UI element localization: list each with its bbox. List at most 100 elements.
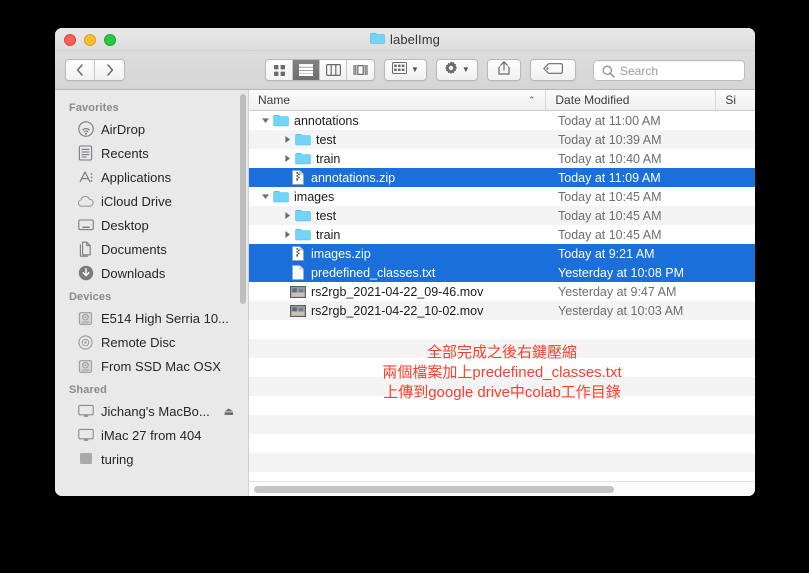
- disclosure-triangle-closed-icon[interactable]: [280, 230, 294, 239]
- recents-icon: [77, 145, 94, 162]
- sidebar-item-airdrop[interactable]: AirDrop: [55, 117, 248, 141]
- harddisk-icon: [77, 358, 94, 375]
- horizontal-scrollbar[interactable]: [249, 481, 755, 496]
- gear-icon: [444, 60, 458, 80]
- search-placeholder: Search: [620, 63, 659, 78]
- icon-view-button[interactable]: [266, 60, 293, 80]
- horizontal-scrollbar-thumb[interactable]: [254, 486, 614, 493]
- list-view-button[interactable]: [293, 60, 320, 80]
- disc-icon: [77, 334, 94, 351]
- minimize-button[interactable]: [84, 34, 96, 46]
- empty-row: [249, 415, 755, 434]
- table-row[interactable]: predefined_classes.txt Yesterday at 10:0…: [249, 263, 755, 282]
- sidebar-item-label: E514 High Serria 10...: [101, 310, 229, 326]
- zip-icon: [289, 170, 306, 185]
- sidebar-item-label: Jichang's MacBo...: [101, 403, 210, 419]
- column-header-date-modified[interactable]: Date Modified: [545, 90, 715, 110]
- search-icon: [602, 65, 615, 83]
- sidebar-item-label: Desktop: [101, 217, 149, 233]
- file-date: Today at 10:45 AM: [558, 227, 662, 242]
- sidebar-item-applications[interactable]: Applications: [55, 165, 248, 189]
- empty-row: [249, 434, 755, 453]
- file-date: Today at 10:45 AM: [558, 189, 662, 204]
- disclosure-triangle-closed-icon[interactable]: [280, 135, 294, 144]
- icloud-icon: [77, 193, 94, 210]
- table-row[interactable]: rs2rgb_2021-04-22_09-46.mov Yesterday at…: [249, 282, 755, 301]
- column-view-button[interactable]: [320, 60, 347, 80]
- table-row[interactable]: images Today at 10:45 AM: [249, 187, 755, 206]
- folder-icon: [294, 209, 311, 222]
- share-button[interactable]: [486, 59, 521, 81]
- tags-button[interactable]: [529, 59, 576, 81]
- sidebar-section-shared-header: Shared: [69, 384, 107, 396]
- sidebar-item-desktop[interactable]: Desktop: [55, 213, 248, 237]
- eject-icon[interactable]: ⏏: [224, 405, 234, 418]
- file-date: Today at 10:45 AM: [558, 208, 662, 223]
- table-row[interactable]: train Today at 10:40 AM: [249, 149, 755, 168]
- table-row[interactable]: annotations Today at 11:00 AM: [249, 111, 755, 130]
- file-date: Yesterday at 9:47 AM: [558, 284, 677, 299]
- table-row[interactable]: annotations.zip Today at 11:09 AM: [249, 168, 755, 187]
- empty-row: [249, 396, 755, 415]
- sidebar-item-remote-disc[interactable]: Remote Disc: [55, 330, 248, 354]
- action-button[interactable]: ▼: [435, 59, 478, 81]
- display-icon: [77, 427, 94, 444]
- sidebar-item-jichangs-macbook[interactable]: Jichang's MacBo... ⏏: [55, 399, 248, 423]
- sidebar-item-from-ssd-mac-osx[interactable]: From SSD Mac OSX: [55, 354, 248, 378]
- file-name: rs2rgb_2021-04-22_09-46.mov: [311, 284, 484, 299]
- sidebar-scrollbar[interactable]: [240, 94, 246, 304]
- sidebar-item-imac-27-from-404[interactable]: iMac 27 from 404: [55, 423, 248, 447]
- forward-button[interactable]: [95, 60, 124, 80]
- folder-icon: [370, 31, 385, 49]
- sidebar-item-e514-high-serria[interactable]: E514 High Serria 10...: [55, 306, 248, 330]
- airdrop-icon: [77, 121, 94, 138]
- sidebar-item-label: Applications: [101, 169, 172, 185]
- column-header-size[interactable]: Si: [715, 90, 755, 110]
- sidebar-item-icloud-drive[interactable]: iCloud Drive: [55, 189, 248, 213]
- empty-row: [249, 358, 755, 377]
- column-header-date-label: Date Modified: [555, 93, 630, 107]
- disclosure-triangle-closed-icon[interactable]: [280, 211, 294, 220]
- table-row[interactable]: test Today at 10:45 AM: [249, 206, 755, 225]
- window-title-text: labelImg: [390, 32, 440, 47]
- movie-thumb-icon: [289, 285, 306, 298]
- view-mode-buttons: [265, 59, 375, 81]
- search-input[interactable]: Search: [593, 60, 745, 81]
- arrange-button[interactable]: ▼: [384, 59, 427, 81]
- file-name: predefined_classes.txt: [311, 265, 436, 280]
- column-header-name[interactable]: Name ⌃: [249, 90, 545, 110]
- navigation-buttons: [65, 59, 125, 81]
- sidebar-item-label: iCloud Drive: [101, 193, 172, 209]
- file-rows: annotations Today at 11:00 AM test Today…: [249, 111, 755, 496]
- sidebar-item-turing[interactable]: turing: [55, 447, 248, 471]
- table-row[interactable]: rs2rgb_2021-04-22_10-02.mov Yesterday at…: [249, 301, 755, 320]
- file-name: train: [316, 151, 341, 166]
- file-date: Today at 9:21 AM: [558, 246, 655, 261]
- table-row[interactable]: train Today at 10:45 AM: [249, 225, 755, 244]
- disclosure-triangle-open-icon[interactable]: [258, 116, 272, 125]
- disclosure-triangle-closed-icon[interactable]: [280, 154, 294, 163]
- sort-ascending-icon: ⌃: [527, 94, 536, 105]
- zoom-button[interactable]: [104, 34, 116, 46]
- documents-icon: [77, 241, 94, 258]
- downloads-icon: [77, 265, 94, 282]
- disclosure-triangle-open-icon[interactable]: [258, 192, 272, 201]
- sidebar-item-downloads[interactable]: Downloads: [55, 261, 248, 285]
- titlebar: labelImg: [55, 28, 755, 51]
- arrange-grid-icon: [392, 61, 407, 79]
- sidebar-item-documents[interactable]: Documents: [55, 237, 248, 261]
- folder-icon: [294, 228, 311, 241]
- close-button[interactable]: [64, 34, 76, 46]
- sidebar-item-label: Documents: [101, 241, 167, 257]
- table-row[interactable]: test Today at 10:39 AM: [249, 130, 755, 149]
- display-icon: [77, 403, 94, 420]
- empty-row: [249, 339, 755, 358]
- folder-icon: [294, 133, 311, 146]
- sidebar-item-recents[interactable]: Recents: [55, 141, 248, 165]
- window-controls: [64, 34, 116, 46]
- movie-thumb-icon: [289, 304, 306, 317]
- table-row[interactable]: images.zip Today at 9:21 AM: [249, 244, 755, 263]
- back-button[interactable]: [66, 60, 95, 80]
- gallery-view-button[interactable]: [347, 60, 374, 80]
- sidebar: Favorites AirDrop Recents Applications i…: [55, 90, 249, 496]
